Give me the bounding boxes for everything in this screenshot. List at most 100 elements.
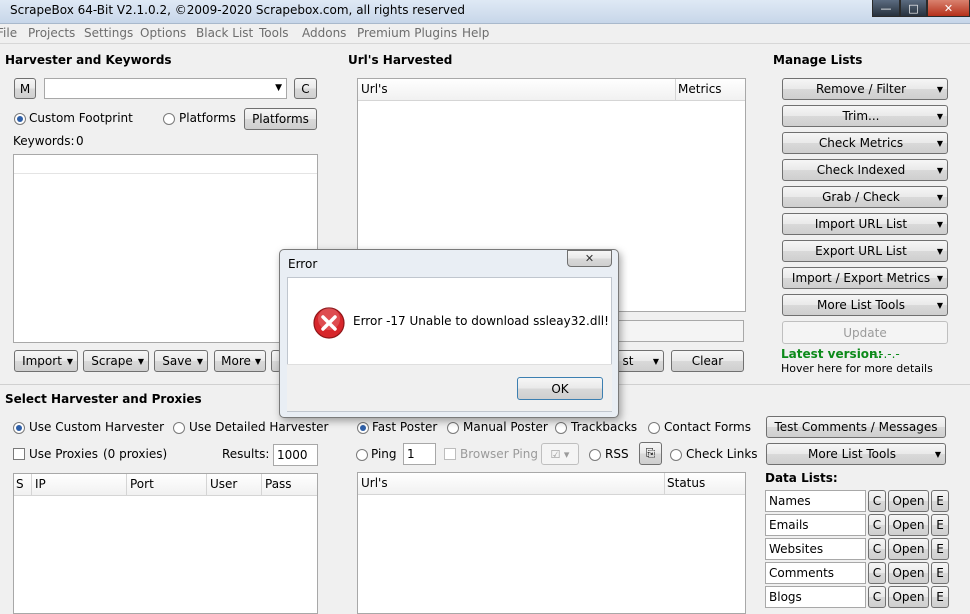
keywords-textarea[interactable] (13, 154, 318, 343)
c-button[interactable]: C (294, 78, 317, 99)
ping-label: Ping (371, 447, 397, 461)
websites-open-button[interactable]: Open (888, 538, 929, 560)
rss-options-button[interactable]: ⎘ (639, 442, 662, 465)
test-comments-button[interactable]: Test Comments / Messages (766, 416, 946, 438)
rss-radio[interactable] (589, 449, 601, 461)
custom-footprint-radio[interactable] (14, 113, 26, 125)
column-divider (126, 474, 127, 496)
platforms-button[interactable]: Platforms (244, 108, 317, 130)
engine-select[interactable]: ▼ (44, 78, 287, 99)
menu-help[interactable]: Help (462, 26, 489, 40)
fast-poster-radio[interactable] (357, 422, 369, 434)
check-links-label: Check Links (686, 447, 758, 461)
update-button[interactable]: Update (782, 321, 948, 344)
data-list-comments-field[interactable]: Comments (765, 562, 866, 584)
keywords-label: Keywords: (13, 134, 75, 148)
close-button[interactable]: ✕ (927, 0, 970, 17)
emails-edit-button[interactable]: E (931, 514, 949, 536)
more-list-tools-button[interactable]: More List Tools ▼ (782, 294, 948, 316)
menu-premium-plugins[interactable]: Premium Plugins (357, 26, 457, 40)
keyword-row-divider (14, 173, 317, 174)
col-port: Port (130, 477, 154, 491)
error-icon (313, 307, 345, 339)
ok-button[interactable]: OK (517, 377, 603, 400)
check-indexed-button[interactable]: Check Indexed ▼ (782, 159, 948, 181)
data-list-websites: Websites (769, 542, 824, 556)
custom-footprint-label: Custom Footprint (29, 111, 133, 125)
ping-input[interactable]: 1 (403, 443, 436, 465)
more-button[interactable]: More ▼ (214, 350, 266, 372)
column-divider (261, 474, 262, 496)
menu-projects[interactable]: Projects (28, 26, 75, 40)
use-detailed-harvester-radio[interactable] (173, 422, 185, 434)
emails-open-button[interactable]: Open (888, 514, 929, 536)
minimize-button[interactable]: — (872, 0, 900, 17)
import-button[interactable]: Import ▼ (14, 350, 78, 372)
ping-radio[interactable] (356, 449, 368, 461)
title-bar: ScrapeBox 64-Bit V2.1.0.2, ©2009-2020 Sc… (0, 0, 970, 24)
save-button[interactable]: Save ▼ (154, 350, 208, 372)
error-dialog: Error ✕ Error -17 Unable to download ssl… (279, 249, 619, 418)
hover-details-link[interactable]: Hover here for more details (781, 362, 933, 375)
blogs-edit-button[interactable]: E (931, 586, 949, 608)
names-clear-button[interactable]: C (868, 490, 886, 512)
import-export-metrics-button[interactable]: Import / Export Metrics ▼ (782, 267, 948, 289)
blogs-clear-button[interactable]: C (868, 586, 886, 608)
check-links-radio[interactable] (670, 449, 682, 461)
trackbacks-radio[interactable] (555, 422, 567, 434)
websites-edit-button[interactable]: E (931, 538, 949, 560)
grab-check-button[interactable]: Grab / Check ▼ (782, 186, 948, 208)
emails-clear-button[interactable]: C (868, 514, 886, 536)
export-url-list-button[interactable]: Export URL List ▼ (782, 240, 948, 262)
results-input[interactable]: 1000 (273, 444, 318, 466)
use-proxies-checkbox[interactable] (13, 448, 25, 460)
names-edit-button[interactable]: E (931, 490, 949, 512)
latest-version-label: Latest version: (781, 347, 883, 361)
comments-edit-button[interactable]: E (931, 562, 949, 584)
menu-tools[interactable]: Tools (259, 26, 289, 40)
column-divider (206, 474, 207, 496)
menu-file[interactable]: File (0, 26, 17, 40)
data-list-emails-field[interactable]: Emails (765, 514, 866, 536)
data-list-blogs-field[interactable]: Blogs (765, 586, 866, 608)
manual-poster-radio[interactable] (447, 422, 459, 434)
menu-options[interactable]: Options (140, 26, 186, 40)
dialog-footer: OK (287, 364, 612, 411)
contact-forms-radio[interactable] (648, 422, 660, 434)
proxies-table[interactable]: S IP Port User Pass (13, 473, 318, 614)
chevron-down-icon: ▼ (137, 356, 145, 366)
more-list-tools-button-2[interactable]: More List Tools ▼ (766, 443, 946, 465)
dialog-close-button[interactable]: ✕ (567, 250, 612, 267)
platforms-radio[interactable] (163, 113, 175, 125)
manual-poster-label: Manual Poster (463, 420, 548, 434)
browser-ping-dropdown[interactable]: ☑ ▾ (541, 443, 579, 465)
websites-clear-button[interactable]: C (868, 538, 886, 560)
data-list-websites-field[interactable]: Websites (765, 538, 866, 560)
latest-version-value: -.-.-.- (871, 347, 900, 361)
data-list-blogs: Blogs (769, 590, 802, 604)
use-custom-harvester-radio[interactable] (13, 422, 25, 434)
remove-filter-button[interactable]: Remove / Filter ▼ (782, 78, 948, 100)
import-url-list-button[interactable]: Import URL List ▼ (782, 213, 948, 235)
poster-table[interactable]: Url's Status (357, 472, 746, 614)
data-list-names-field[interactable]: Names (765, 490, 866, 512)
blogs-open-button[interactable]: Open (888, 586, 929, 608)
checkmark-icon: ☑ ▾ (550, 447, 570, 461)
comments-open-button[interactable]: Open (888, 562, 929, 584)
m-button[interactable]: M (14, 78, 36, 99)
maximize-button[interactable]: □ (900, 0, 927, 17)
chevron-down-icon: ▼ (254, 356, 262, 366)
comments-clear-button[interactable]: C (868, 562, 886, 584)
names-open-button[interactable]: Open (888, 490, 929, 512)
chevron-down-icon: ▼ (275, 83, 282, 93)
browser-ping-checkbox[interactable] (444, 448, 456, 460)
menu-addons[interactable]: Addons (302, 26, 346, 40)
trim-button[interactable]: Trim... ▼ (782, 105, 948, 127)
column-divider (31, 474, 32, 496)
scrape-button[interactable]: Scrape ▼ (83, 350, 149, 372)
clear-button[interactable]: Clear (671, 350, 744, 372)
proxy-count: (0 proxies) (103, 447, 168, 461)
check-metrics-button[interactable]: Check Metrics ▼ (782, 132, 948, 154)
menu-settings[interactable]: Settings (84, 26, 133, 40)
menu-black-list[interactable]: Black List (196, 26, 253, 40)
